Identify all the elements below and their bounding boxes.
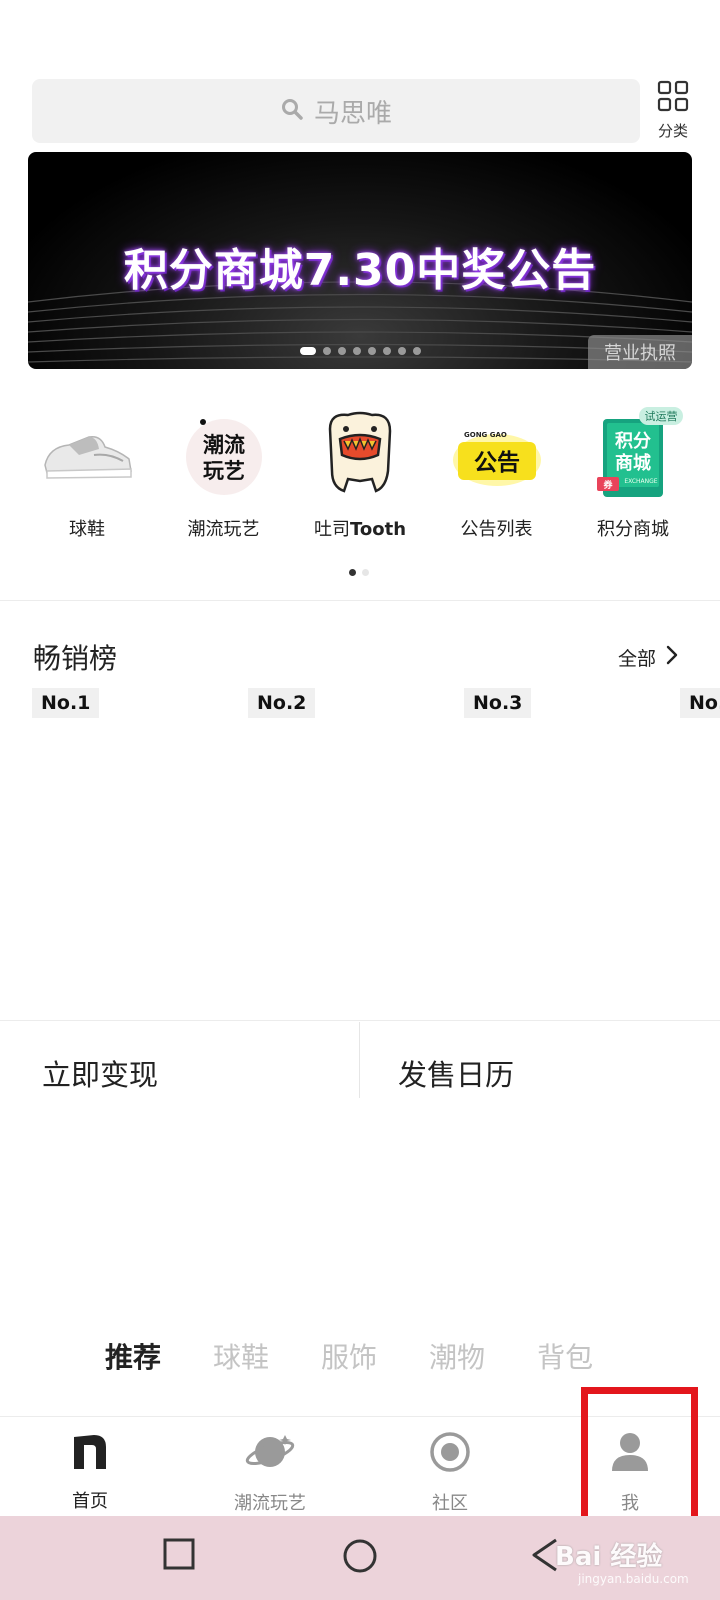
- category-button[interactable]: 分类: [650, 80, 696, 142]
- planet-icon: [245, 1431, 295, 1477]
- svg-text:玩艺: 玩艺: [203, 459, 245, 483]
- rank-tag[interactable]: No.2: [248, 688, 316, 718]
- card-divider: [359, 1022, 360, 1098]
- promo-banner[interactable]: 积分商城7.30中奖公告 营业执照: [28, 152, 692, 369]
- announcement-icon: GONG GAO 公告: [447, 405, 547, 505]
- points-ticket-text: 券: [602, 479, 613, 491]
- home-circle-button[interactable]: [342, 1538, 378, 1578]
- quick-item-trend-toys[interactable]: 潮流 玩艺 潮流玩艺: [159, 405, 289, 550]
- watermark-url: jingyan.baidu.com: [578, 1572, 689, 1586]
- bestsellers-title: 畅销榜: [33, 642, 118, 675]
- svg-text:商城: 商城: [615, 452, 651, 474]
- points-mall-icon: 积分 商城 券 EXCHANGE 试运营: [583, 405, 683, 505]
- tab-apparel[interactable]: 服饰: [321, 1336, 377, 1376]
- svg-text:积分: 积分: [615, 431, 651, 452]
- banner-dot: [322, 347, 331, 355]
- quick-item-label: 吐司Tooth: [313, 519, 407, 540]
- search-input[interactable]: 马思唯: [32, 79, 640, 143]
- quick-item-label: 球鞋: [69, 519, 105, 540]
- community-target-icon: [429, 1431, 471, 1477]
- trial-operation-tag: 试运营: [645, 409, 678, 423]
- tab-bags[interactable]: 背包: [537, 1336, 593, 1376]
- tab-label: 社区: [432, 1493, 468, 1514]
- quick-nav-pagination: [349, 569, 369, 576]
- quick-item-label: 积分商城: [597, 519, 669, 540]
- rank-tag[interactable]: No.3: [464, 688, 532, 718]
- tab-label: 潮流玩艺: [234, 1493, 306, 1514]
- tab-community[interactable]: 社区: [390, 1431, 510, 1515]
- section-divider: [0, 1020, 720, 1021]
- rank-tag[interactable]: No.1: [32, 688, 100, 718]
- quick-item-label: 公告列表: [460, 519, 533, 540]
- search-icon: [280, 97, 304, 125]
- quick-item-sneakers[interactable]: 球鞋: [22, 405, 152, 550]
- banner-dot: [337, 347, 346, 355]
- sneaker-icon: [37, 405, 137, 505]
- page-dot: [362, 569, 369, 576]
- banner-dot: [299, 347, 316, 355]
- quick-item-announcements[interactable]: GONG GAO 公告 公告列表: [432, 405, 562, 550]
- page-dot: [349, 569, 356, 576]
- trend-toys-icon: 潮流 玩艺: [174, 405, 274, 505]
- announcement-badge-text: 公告: [474, 450, 520, 476]
- search-placeholder: 马思唯: [313, 98, 392, 129]
- banner-title: 积分商城7.30中奖公告: [123, 245, 597, 296]
- cash-out-card-title[interactable]: 立即变现: [42, 1052, 158, 1094]
- category-label: 分类: [657, 122, 688, 140]
- recent-apps-button[interactable]: [163, 1538, 195, 1574]
- rank-tag[interactable]: No.: [680, 688, 720, 718]
- business-license-link[interactable]: 营业执照: [588, 335, 692, 369]
- watermark-text: Bai 经验: [555, 1542, 663, 1572]
- grid-icon: [657, 80, 689, 116]
- release-calendar-card-title[interactable]: 发售日历: [398, 1052, 514, 1094]
- tab-home[interactable]: 首页: [30, 1431, 150, 1513]
- category-tabs: 推荐 球鞋 服饰 潮物 背包: [105, 1336, 593, 1376]
- bestsellers-rank-row: No.1 No.2 No.3 No.: [32, 688, 720, 718]
- see-all-label: 全部: [618, 648, 657, 670]
- tooth-mascot-icon: [310, 405, 410, 505]
- banner-dot: [352, 347, 361, 355]
- banner-dot: [367, 347, 376, 355]
- trend-toys-logo-text: 潮流: [203, 433, 245, 457]
- tab-trend-toys[interactable]: 潮流玩艺: [210, 1431, 330, 1515]
- quick-nav: 球鞋 潮流 玩艺 潮流玩艺 吐司Tooth GONG GAO 公告 公告列表 积…: [22, 405, 698, 550]
- announcement-sub-text: GONG GAO: [464, 431, 507, 439]
- banner-dot: [397, 347, 406, 355]
- quick-item-label: 潮流玩艺: [187, 519, 260, 540]
- tab-sneakers[interactable]: 球鞋: [213, 1336, 269, 1376]
- tab-label: 首页: [72, 1491, 108, 1512]
- chevron-right-icon: [666, 645, 678, 670]
- quick-item-points-mall[interactable]: 积分 商城 券 EXCHANGE 试运营 积分商城: [568, 405, 698, 550]
- banner-dot: [412, 347, 421, 355]
- section-divider: [0, 600, 720, 601]
- quick-item-tooth[interactable]: 吐司Tooth: [295, 405, 425, 550]
- bestsellers-see-all[interactable]: 全部: [618, 644, 678, 671]
- points-exchange-text: EXCHANGE: [624, 478, 657, 485]
- home-n-icon: [70, 1431, 110, 1475]
- tab-recommend[interactable]: 推荐: [105, 1336, 161, 1376]
- tab-trend-goods[interactable]: 潮物: [429, 1336, 485, 1376]
- banner-dot: [382, 347, 391, 355]
